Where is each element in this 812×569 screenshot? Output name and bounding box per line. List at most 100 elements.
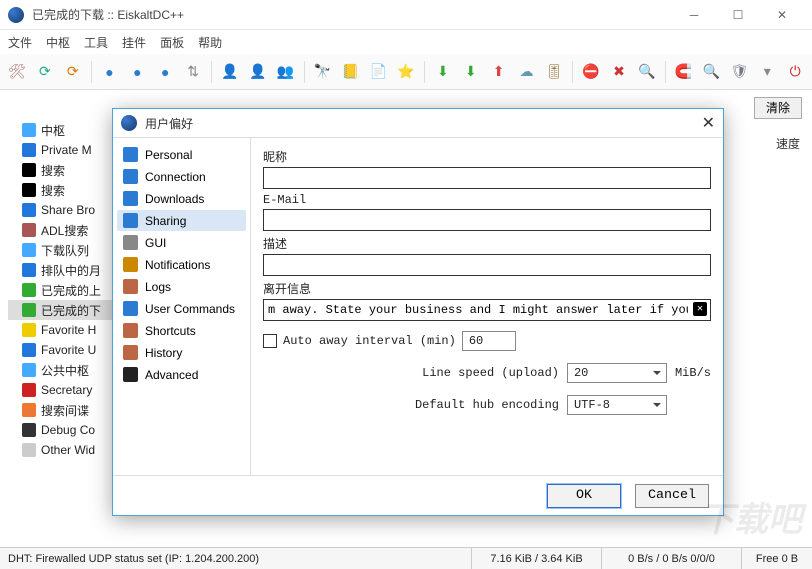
stop-icon[interactable]: ⛔: [580, 60, 602, 84]
menu-file[interactable]: 文件: [8, 34, 32, 51]
tree-item[interactable]: Favorite U: [8, 340, 118, 360]
star-icon[interactable]: ⭐: [395, 60, 417, 84]
nick-input[interactable]: [263, 167, 711, 189]
tree-item-icon: [22, 163, 36, 177]
refresh-orange-icon[interactable]: ⟳: [62, 60, 84, 84]
tree-item-label: Share Bro: [41, 203, 95, 217]
shield-icon[interactable]: 🛡: [728, 60, 750, 84]
tree-item[interactable]: 公共中枢: [8, 360, 118, 380]
tree-item-label: 搜索: [41, 182, 65, 199]
tree-item[interactable]: Private M: [8, 140, 118, 160]
tree-item-icon: [22, 143, 36, 157]
book-icon[interactable]: 📒: [339, 60, 361, 84]
tree-item[interactable]: 已完成的上: [8, 280, 118, 300]
power-icon[interactable]: ⏻: [784, 60, 806, 84]
auto-away-spinner[interactable]: 60: [462, 331, 516, 351]
tree-item[interactable]: Debug Co: [8, 420, 118, 440]
dialog-close-icon[interactable]: ✕: [702, 113, 715, 133]
tree-item[interactable]: Secretary: [8, 380, 118, 400]
tree-item[interactable]: 下载队列: [8, 240, 118, 260]
status-rates: 0 B/s / 0 B/s 0/0/0: [602, 548, 742, 569]
tree-item[interactable]: 排队中的月: [8, 260, 118, 280]
dl-list-icon[interactable]: ⬇: [460, 60, 482, 84]
nav-item-downloads[interactable]: Downloads: [117, 188, 246, 209]
binoc-icon[interactable]: 🔭: [311, 60, 333, 84]
nav-item-advanced[interactable]: Advanced: [117, 364, 246, 385]
menu-help[interactable]: 帮助: [198, 34, 222, 51]
side-tree: 中枢Private M搜索搜索Share BroADL搜索下载队列排队中的月已完…: [8, 120, 118, 460]
tree-item[interactable]: Share Bro: [8, 200, 118, 220]
users-icon[interactable]: 👥: [275, 60, 297, 84]
nav-item-label: User Commands: [145, 302, 235, 316]
desc-input[interactable]: [263, 254, 711, 276]
globe3-icon[interactable]: ●: [154, 60, 176, 84]
cross-icon[interactable]: ✖: [608, 60, 630, 84]
tree-item-icon: [22, 343, 36, 357]
cancel-button[interactable]: Cancel: [635, 484, 709, 508]
funnel-icon[interactable]: ▾: [756, 60, 778, 84]
slider-icon[interactable]: 🎚: [543, 60, 565, 84]
cloud-icon[interactable]: ☁: [516, 60, 538, 84]
email-input[interactable]: [263, 209, 711, 231]
menu-widgets[interactable]: 挂件: [122, 34, 146, 51]
nav-item-icon: [123, 257, 138, 272]
nav-item-icon: [123, 345, 138, 360]
globe2-icon[interactable]: ●: [126, 60, 148, 84]
magnet-icon[interactable]: 🧲: [673, 60, 695, 84]
tree-item-icon: [22, 283, 36, 297]
tree-item-label: 中枢: [41, 122, 65, 139]
nav-item-history[interactable]: History: [117, 342, 246, 363]
menu-panel[interactable]: 面板: [160, 34, 184, 51]
user-gold-icon[interactable]: 👤: [247, 60, 269, 84]
encoding-select[interactable]: UTF-8: [567, 395, 667, 415]
clear-button[interactable]: 清除: [754, 97, 802, 119]
nav-item-notifications[interactable]: Notifications: [117, 254, 246, 275]
auto-away-checkbox[interactable]: [263, 334, 277, 348]
menu-tools[interactable]: 工具: [84, 34, 108, 51]
ok-button[interactable]: OK: [547, 484, 621, 508]
close-button[interactable]: ✕: [760, 1, 804, 29]
away-clear-icon[interactable]: ✕: [693, 302, 707, 316]
globe1-icon[interactable]: ●: [99, 60, 121, 84]
tree-item[interactable]: Other Wid: [8, 440, 118, 460]
refresh-green-icon[interactable]: ⟳: [34, 60, 56, 84]
tree-item-label: Secretary: [41, 383, 92, 397]
zoom-icon[interactable]: 🔍: [636, 60, 658, 84]
menu-hub[interactable]: 中枢: [46, 34, 70, 51]
tree-item-label: Private M: [41, 143, 92, 157]
download-icon[interactable]: ⬇: [432, 60, 454, 84]
tree-item[interactable]: Favorite H: [8, 320, 118, 340]
tree-item[interactable]: 中枢: [8, 120, 118, 140]
tree-item-label: 搜索间谍: [41, 402, 89, 419]
away-input[interactable]: [263, 299, 711, 321]
upload-icon[interactable]: ⬆: [488, 60, 510, 84]
nav-item-label: GUI: [145, 236, 166, 250]
tree-item[interactable]: 搜索: [8, 180, 118, 200]
menu-bar: 文件 中枢 工具 挂件 面板 帮助: [0, 30, 812, 54]
user-blue-icon[interactable]: 👤: [219, 60, 241, 84]
tree-item[interactable]: ADL搜索: [8, 220, 118, 240]
nav-item-gui[interactable]: GUI: [117, 232, 246, 253]
nav-item-sharing[interactable]: Sharing: [117, 210, 246, 231]
nav-item-user-commands[interactable]: User Commands: [117, 298, 246, 319]
nav-item-connection[interactable]: Connection: [117, 166, 246, 187]
dialog-icon: [121, 115, 137, 131]
page-icon[interactable]: 📄: [367, 60, 389, 84]
tree-item[interactable]: 搜索: [8, 160, 118, 180]
window-title: 已完成的下载 :: EiskaltDC++: [32, 6, 672, 23]
maximize-button[interactable]: ☐: [716, 1, 760, 29]
tree-item-icon: [22, 263, 36, 277]
nav-item-personal[interactable]: Personal: [117, 144, 246, 165]
wrench-icon[interactable]: 🛠: [6, 60, 28, 84]
nav-item-logs[interactable]: Logs: [117, 276, 246, 297]
toolbar: 🛠⟳⟳●●●⇅👤👤👥🔭📒📄⭐⬇⬇⬆☁🎚⛔✖🔍🧲🔍🛡▾⏻: [0, 54, 812, 90]
line-speed-select[interactable]: 20: [567, 363, 667, 383]
tree-item-label: Other Wid: [41, 443, 95, 457]
arrows-icon[interactable]: ⇅: [182, 60, 204, 84]
tree-item[interactable]: 搜索间谍: [8, 400, 118, 420]
minimize-button[interactable]: ─: [672, 1, 716, 29]
app-icon: [8, 7, 24, 23]
search-icon[interactable]: 🔍: [701, 60, 723, 84]
tree-item[interactable]: 已完成的下: [8, 300, 118, 320]
nav-item-shortcuts[interactable]: Shortcuts: [117, 320, 246, 341]
